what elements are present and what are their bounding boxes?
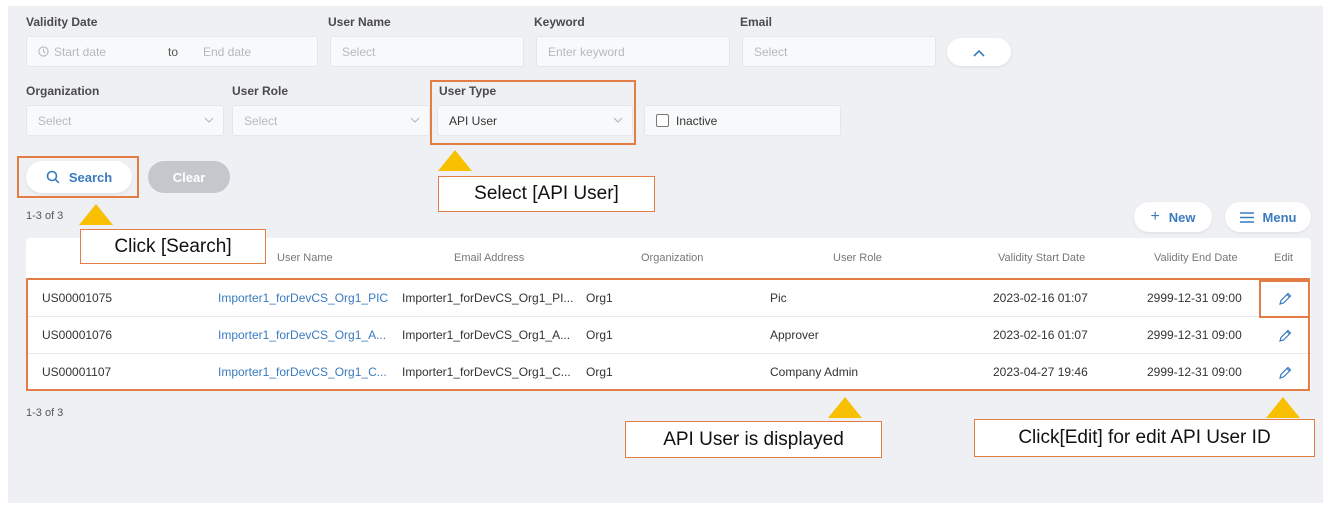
user-role-placeholder: Select [244, 113, 278, 128]
validity-date-range[interactable]: Start date to End date [26, 36, 318, 67]
user-name-link[interactable]: Importer1_forDevCS_Org1_PIC [218, 291, 388, 305]
clock-icon [38, 46, 49, 57]
menu-button-label: Menu [1262, 209, 1297, 225]
organization-placeholder: Select [38, 113, 72, 128]
validity-date-label: Validity Date [26, 15, 98, 29]
end-date-input[interactable]: End date [203, 45, 251, 59]
user-name-link[interactable]: Importer1_forDevCS_Org1_A... [218, 328, 386, 342]
user-id-cell: US00001076 [42, 328, 113, 342]
column-header-edit: Edit [1274, 252, 1293, 264]
search-button-label: Search [68, 169, 113, 185]
table-row[interactable]: US00001107 Importer1_forDevCS_Org1_C... … [26, 354, 1311, 391]
search-button[interactable]: Search [26, 161, 132, 193]
chevron-down-icon [613, 115, 623, 125]
organization-cell: Org1 [586, 328, 613, 342]
organization-label: Organization [26, 84, 100, 98]
validity-start-cell: 2023-02-16 01:07 [993, 328, 1088, 342]
user-name-select[interactable]: Select [330, 36, 524, 67]
email-cell: Importer1_forDevCS_Org1_A... [402, 328, 571, 342]
marker-triangle [79, 204, 113, 225]
column-header-email[interactable]: Email Address [454, 252, 524, 264]
edit-pencil-icon[interactable] [1278, 366, 1292, 380]
validity-start-cell: 2023-04-27 19:46 [993, 365, 1088, 379]
user-role-cell: Approver [770, 328, 819, 342]
user-type-select[interactable]: API User [437, 105, 633, 136]
inactive-label: Inactive [676, 113, 718, 128]
email-cell: Importer1_forDevCS_Org1_PI... [402, 291, 574, 305]
marker-triangle [438, 150, 472, 171]
column-header-validity-end[interactable]: Validity End Date [1154, 252, 1238, 264]
inactive-checkbox-field[interactable]: Inactive [644, 105, 841, 136]
column-header-organization[interactable]: Organization [641, 252, 703, 264]
chevron-down-icon [204, 115, 214, 125]
user-id-cell: US00001075 [42, 291, 113, 305]
user-role-cell: Pic [770, 291, 787, 305]
validity-start-cell: 2023-02-16 01:07 [993, 291, 1088, 305]
result-count-bottom: 1-3 of 3 [26, 407, 64, 419]
email-label: Email [740, 15, 773, 29]
user-type-label: User Type [439, 84, 497, 98]
chevron-up-icon [973, 45, 985, 60]
marker-triangle [1266, 397, 1300, 418]
validity-end-cell: 2999-12-31 09:00 [1147, 291, 1242, 305]
user-name-label: User Name [328, 15, 391, 29]
user-name-placeholder: Select [342, 44, 376, 59]
menu-button[interactable]: Menu [1225, 202, 1311, 232]
marker-triangle [828, 397, 862, 418]
user-id-cell: US00001107 [42, 365, 112, 379]
validity-end-cell: 2999-12-31 09:00 [1147, 328, 1242, 342]
email-select[interactable]: Select [742, 36, 936, 67]
callout-click-search: Click [Search] [80, 229, 266, 264]
search-icon [46, 170, 60, 184]
user-name-link[interactable]: Importer1_forDevCS_Org1_C... [218, 365, 387, 379]
chevron-down-icon [410, 115, 420, 125]
plus-icon: + [1150, 208, 1160, 225]
inactive-checkbox[interactable] [656, 114, 669, 127]
table-row[interactable]: US00001076 Importer1_forDevCS_Org1_A... … [26, 317, 1311, 354]
clear-button[interactable]: Clear [148, 161, 230, 193]
user-role-label: User Role [232, 84, 289, 98]
callout-click-edit: Click[Edit] for edit API User ID [974, 419, 1315, 457]
user-type-value: API User [449, 113, 498, 128]
clear-button-label: Clear [172, 169, 206, 185]
email-placeholder: Select [754, 44, 788, 59]
user-role-cell: Company Admin [770, 365, 859, 379]
column-header-validity-start[interactable]: Validity Start Date [998, 252, 1085, 264]
keyword-label: Keyword [534, 15, 585, 29]
to-separator: to [168, 44, 179, 59]
email-cell: Importer1_forDevCS_Org1_C... [402, 365, 571, 379]
callout-select-api-user: Select [API User] [438, 176, 655, 212]
edit-pencil-icon[interactable] [1278, 329, 1292, 343]
keyword-input[interactable]: Enter keyword [536, 36, 730, 67]
column-header-user-role[interactable]: User Role [833, 252, 882, 264]
result-count-top: 1-3 of 3 [26, 210, 64, 222]
table-row[interactable]: US00001075 Importer1_forDevCS_Org1_PIC I… [26, 280, 1311, 317]
organization-cell: Org1 [586, 291, 613, 305]
validity-end-cell: 2999-12-31 09:00 [1147, 365, 1242, 379]
callout-api-user-displayed: API User is displayed [625, 421, 882, 458]
collapse-filters-button[interactable] [947, 38, 1011, 66]
new-button[interactable]: + New [1134, 202, 1212, 232]
keyword-placeholder: Enter keyword [548, 44, 625, 59]
new-button-label: New [1168, 209, 1196, 225]
start-date-input[interactable]: Start date [54, 45, 106, 59]
edit-pencil-icon[interactable] [1278, 292, 1292, 306]
organization-cell: Org1 [586, 365, 613, 379]
organization-select[interactable]: Select [26, 105, 224, 136]
hamburger-icon [1239, 211, 1254, 223]
column-header-user-name[interactable]: User Name [277, 252, 333, 264]
user-role-select[interactable]: Select [232, 105, 430, 136]
